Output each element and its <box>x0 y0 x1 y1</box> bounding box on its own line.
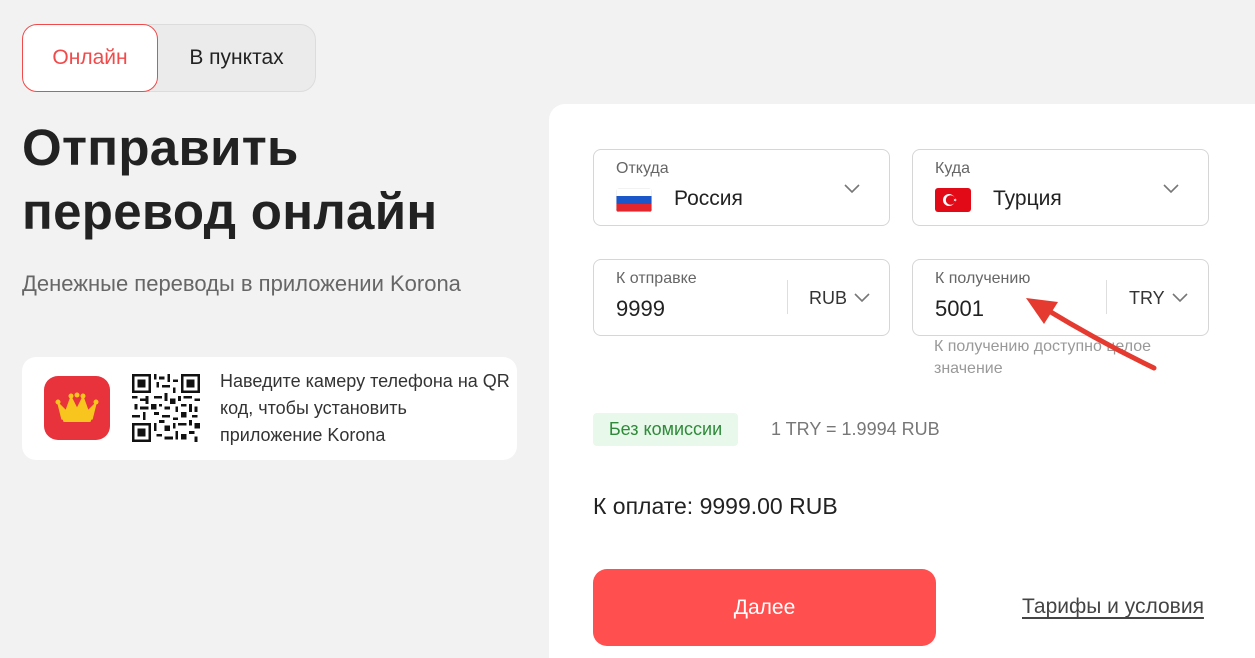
chevron-down-icon[interactable] <box>1172 293 1188 303</box>
receive-amount-input[interactable]: 5001 <box>935 296 984 322</box>
chevron-down-icon <box>844 184 860 194</box>
mode-tabs: Онлайн В пунктах <box>22 24 316 92</box>
commission-badge: Без комиссии <box>593 413 738 446</box>
page-subtitle: Денежные переводы в приложении Korona <box>22 271 461 296</box>
divider <box>787 280 788 314</box>
receive-amount-label: К получению <box>935 270 1031 287</box>
to-country-value: Турция <box>993 187 1062 210</box>
app-download-card: Наведите камеру телефона на QR код, чтоб… <box>22 357 517 460</box>
from-country-select[interactable]: Откуда Россия <box>593 149 890 226</box>
divider <box>1106 280 1107 314</box>
send-currency-select[interactable]: RUB <box>809 288 847 309</box>
page-title: Отправить перевод онлайн <box>22 116 437 244</box>
from-country-label: Откуда <box>616 160 669 177</box>
russia-flag-icon <box>616 188 652 212</box>
receive-hint-text: К получению доступно целое значение <box>934 338 1152 377</box>
receive-currency-select[interactable]: TRY <box>1129 288 1165 309</box>
total-to-pay: К оплате: 9999.00 RUB <box>593 493 838 519</box>
page-title-line-1: Отправить <box>22 119 299 176</box>
exchange-rate: 1 TRY = 1.9994 RUB <box>771 419 940 439</box>
turkey-flag-icon <box>935 188 971 212</box>
send-amount-label: К отправке <box>616 270 697 287</box>
chevron-down-icon <box>1163 184 1179 194</box>
tariffs-link[interactable]: Тарифы и условия <box>1022 595 1204 619</box>
to-country-label: Куда <box>935 160 971 177</box>
qr-code <box>132 374 200 442</box>
from-country-value: Россия <box>674 187 743 210</box>
tab-in-points[interactable]: В пунктах <box>158 25 315 91</box>
page-title-line-2: перевод онлайн <box>22 183 438 240</box>
chevron-down-icon[interactable] <box>854 293 870 303</box>
next-button[interactable]: Далее <box>593 569 936 646</box>
tab-online[interactable]: Онлайн <box>22 24 158 92</box>
receive-amount-field: К получению 5001 TRY <box>912 259 1209 336</box>
send-amount-field: К отправке 9999 RUB <box>593 259 890 336</box>
korona-app-icon <box>44 376 110 440</box>
send-amount-input[interactable]: 9999 <box>616 296 665 322</box>
qr-instruction-text: Наведите камеру телефона на QR код, чтоб… <box>220 371 510 445</box>
to-country-select[interactable]: Куда Турция <box>912 149 1209 226</box>
